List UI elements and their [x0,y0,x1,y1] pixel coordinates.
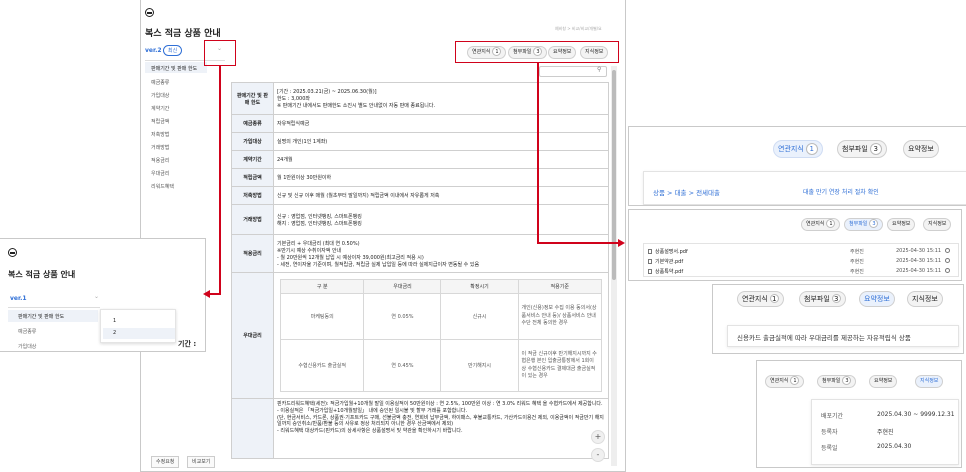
tab-knowledge-info[interactable]: 지식정보 [907,291,943,307]
attachments-list: 상품설명서.pdf 주현진 2025-04-30 15:11 기본약관.pdf … [643,243,959,277]
tab-knowledge-info[interactable]: 지식정보 [915,375,944,388]
attachment-author: 주현진 [850,269,864,275]
knowledge-info-panel: 연관지식 1 첨부파일 3 요약정보 지식정보 배포기간 2025.04.30 ~ … [756,360,962,468]
chevron-down-icon[interactable]: ⌄ [94,293,99,300]
version-label: ver.2 [145,47,162,54]
attachment-date: 2025-04-30 15:11 [896,268,951,274]
left-sidebar-item[interactable]: 가입대상 [18,343,36,350]
sidebar-item[interactable]: 저축방법 [151,131,169,138]
info-key: 등록자 [821,429,838,436]
annotation-arrow [537,63,539,243]
sidebar-item[interactable]: 적립금액 [151,118,169,125]
tab-attachments[interactable]: 첨부파일 3 [844,218,884,231]
tab-related-knowledge[interactable]: 연관지식 1 [773,140,823,158]
page-title: 복스 적금 상품 안내 [145,29,221,39]
sidebar-item[interactable]: 판매기간 및 판매 한도 [151,65,197,72]
paperclip-icon [648,259,652,264]
history-icon[interactable] [945,258,951,263]
latest-badge: 최신 [163,45,183,56]
info-value: 주현진 [877,429,894,436]
related-path[interactable]: 상품 > 대출 > 전세대출 [653,187,720,197]
left-sidebar-item[interactable]: 판매기간 및 판매 한도 [18,313,64,320]
tab-summary[interactable]: 요약정보 [869,375,898,388]
summary-text: 신용카드 출금실적에 따라 우대금리를 제공하는 자유적립식 상품 [737,334,911,342]
attachment-row[interactable]: 상품설명서.pdf [648,248,688,255]
tab-knowledge-info[interactable]: 지식정보 [923,218,952,231]
version-compare-window: 복스 적금 상품 안내 ver.1 ⌄ 판매기간 및 판매 한도 예금종류 가입… [0,238,206,352]
app-logo-icon [8,248,17,257]
zoom-in-button[interactable]: + [591,430,605,444]
left-title: 복스 적금 상품 안내 [8,270,76,279]
zoom-out-button[interactable]: - [591,448,605,462]
edit-request-button[interactable]: 수정요청 [151,456,180,468]
annotation-arrow [537,242,619,244]
tab-related-knowledge[interactable]: 연관지식 1 [737,291,784,307]
info-value: 2025.04.30 ~ 9999.12.31 [877,411,955,418]
annotation-arrowhead [618,239,625,247]
spec-table: 판매기간 및 판매 한도 [기간 : 2025.03.21(금) ~ 2025.0… [231,82,609,459]
tab-summary[interactable]: 요약정보 [859,291,895,307]
annotation-arrow [219,66,221,294]
main-window: 복스 적금 상품 안내 예비창 > 비교/비교/개별/요 ver.2 최신 ⌄ … [140,0,626,472]
breadcrumb: 예비창 > 비교/비교/개별/요 [555,26,602,31]
annotation-tabs-box [455,41,619,63]
sidebar-item[interactable]: 가입대상 [151,92,169,99]
search-icon[interactable]: ⚲ [597,66,601,73]
app-logo-icon [145,8,154,17]
attachment-row[interactable]: 기본약관.pdf [648,258,683,265]
attachment-author: 주현진 [850,249,864,255]
compare-view-button[interactable]: 비교보기 [187,456,216,468]
paperclip-icon [648,269,652,274]
attachments-panel: 연관지식 1 첨부파일 3 요약정보 지식정보 상품설명서.pdf 주현진 2025… [628,209,962,281]
info-key: 등록일 [821,445,838,452]
tab-attachments[interactable]: 첨부파일 3 [799,291,846,307]
left-version-label: ver.1 [10,295,27,302]
tab-attachments[interactable]: 첨부파일 3 [817,375,857,388]
sidebar-item[interactable]: 거래방법 [151,144,169,151]
tab-related-knowledge[interactable]: 연관지식 1 [801,218,841,231]
attachment-author: 주현진 [850,259,864,265]
attachment-date: 2025-04-30 15:11 [896,258,951,264]
sidebar-item[interactable]: 적용금리 [151,157,169,164]
attachment-row[interactable]: 상품특약.pdf [648,268,683,275]
table-peek-text: 기간 : [178,340,197,348]
divider [8,307,100,308]
tab-attachments[interactable]: 첨부파일 3 [837,140,887,158]
paperclip-icon [648,249,652,254]
info-key: 배포기간 [821,413,844,420]
related-link[interactable]: 대출 만기 연장 처리 절차 확인 [803,187,879,196]
sidebar-item[interactable]: 우대금리 [151,170,169,177]
summary-panel: 연관지식 1 첨부파일 3 요약정보 지식정보 신용카드 출금실적에 따라 우대금리… [712,284,964,354]
left-sidebar-item[interactable]: 예금종류 [18,328,36,335]
version-option[interactable]: 2 [113,330,116,336]
tab-related-knowledge[interactable]: 연관지식 1 [765,375,805,388]
attachment-date: 2025-04-30 15:11 [896,248,951,254]
info-value: 2025.04.30 [877,443,912,450]
sidebar-item[interactable]: 계약기간 [151,105,169,112]
sidebar-item[interactable]: 예금종류 [151,79,169,86]
sidebar-item[interactable]: 리워드혜택 [151,183,174,190]
annotation-version-box [204,40,236,66]
annotation-arrowhead [203,290,210,298]
version-option[interactable]: 1 [113,318,116,324]
related-knowledge-panel: 연관지식 1 첨부파일 3 요약정보 상품 > 대출 > 전세대출 대출 만기 연장… [628,126,966,206]
version-options-dropdown[interactable]: 1 2 [100,309,176,343]
tab-summary[interactable]: 요약정보 [903,140,939,158]
preferential-rate-table: 구 분 우대금리 확정시기 적용기준 마케팅동의 연 0.05% 신규시 개인(… [279,279,603,392]
history-icon[interactable] [945,248,951,253]
scrollbar-thumb[interactable] [612,70,616,280]
history-icon[interactable] [945,268,951,273]
tab-summary[interactable]: 요약정보 [887,218,916,231]
